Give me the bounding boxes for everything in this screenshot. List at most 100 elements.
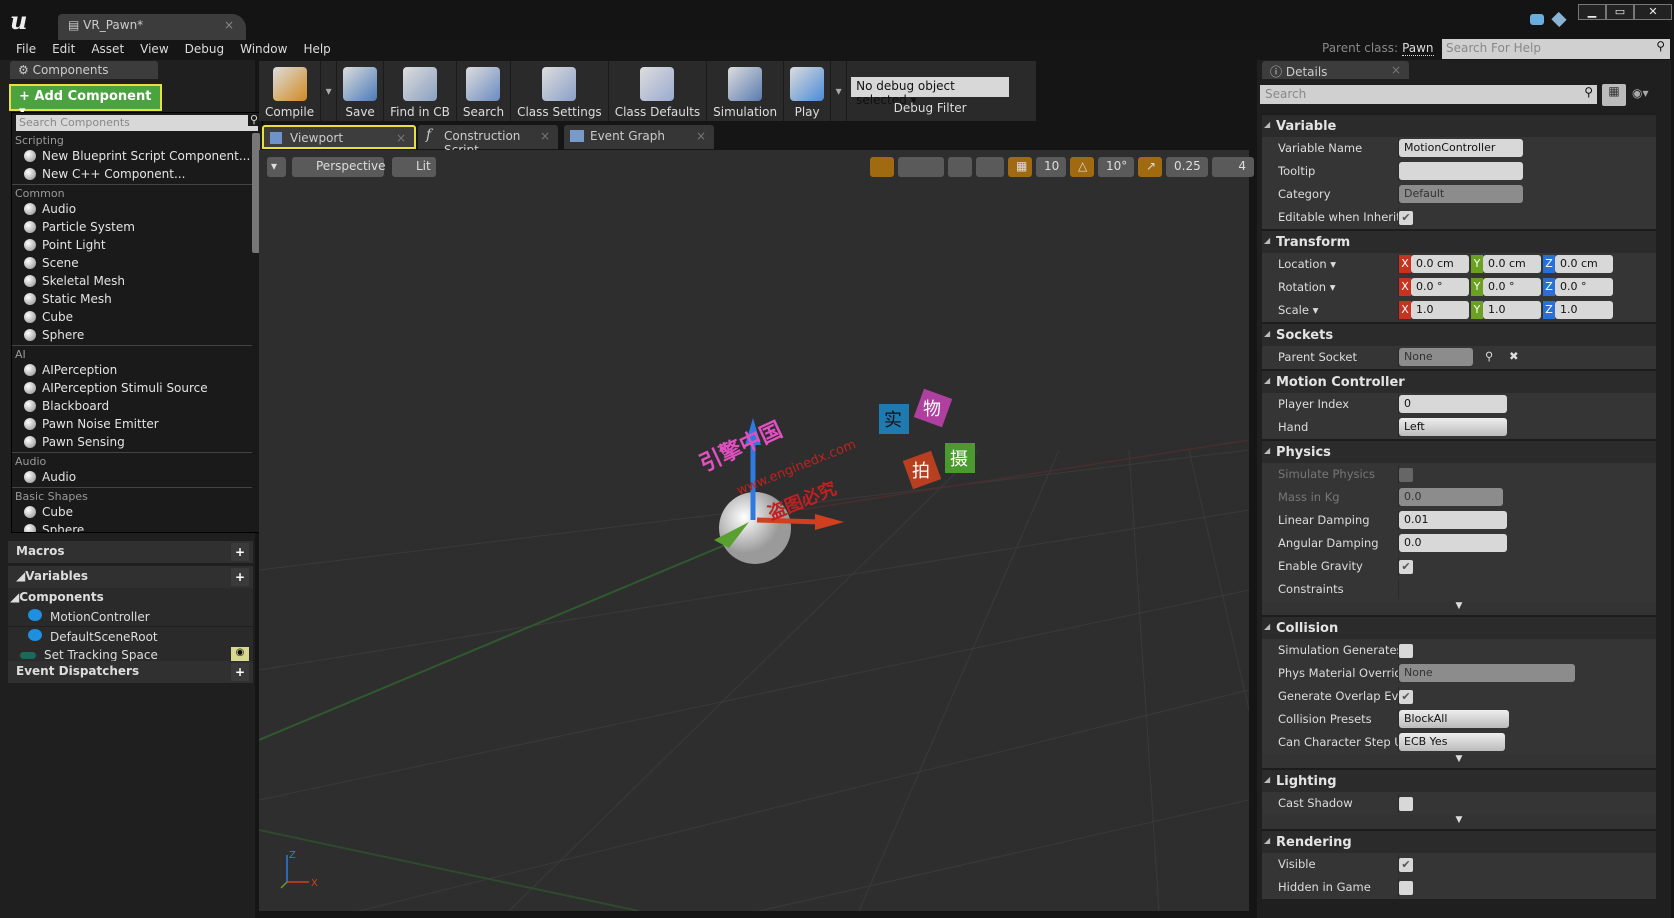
maximize-button[interactable]: ▭ (1606, 4, 1634, 20)
menu-debug[interactable]: Debug (177, 40, 232, 58)
options-dropdown-icon[interactable]: ▾ (321, 61, 338, 121)
scale-snap-icon[interactable]: ↗ (1138, 157, 1162, 177)
tab-viewport[interactable]: Viewport × (262, 125, 416, 149)
event-dispatchers-section[interactable]: Event Dispatchers + (8, 661, 253, 683)
editable-checkbox[interactable]: ✔ (1399, 211, 1413, 225)
variable-item[interactable]: DefaultSceneRoot (8, 627, 253, 646)
details-tab[interactable]: ⓘ Details × (1262, 61, 1409, 79)
rotation-x-input[interactable]: 0.0 ° (1411, 278, 1469, 296)
hidden-in-game-checkbox[interactable] (1399, 881, 1413, 895)
rotation-snap-icon[interactable]: △ (1070, 157, 1094, 177)
variables-section[interactable]: ◢Variables + (8, 566, 253, 588)
components-tab[interactable]: ⚙ Components (10, 61, 158, 79)
find-in-cb-button[interactable]: Find in CB (384, 61, 457, 121)
close-tab-icon[interactable]: × (1391, 63, 1401, 77)
play-button[interactable]: Play (784, 61, 832, 121)
simulation-button[interactable]: Simulation (707, 61, 785, 121)
asset-tab[interactable]: ▤ VR_Pawn* × (58, 14, 246, 40)
translate-mode-icon[interactable] (870, 157, 894, 177)
lit-button[interactable]: Lit (392, 157, 436, 177)
macros-section[interactable]: Macros + (8, 541, 253, 563)
add-macro-button[interactable]: + (231, 543, 249, 561)
angular-damping-input[interactable]: 0.0 (1399, 534, 1507, 552)
show-advanced-button[interactable]: ▼ (1262, 601, 1656, 615)
menu-view[interactable]: View (132, 40, 176, 58)
section-collision[interactable]: Collision (1262, 615, 1656, 639)
scale-z-input[interactable]: 1.0 (1555, 301, 1613, 319)
phys-material-select[interactable]: None (1399, 664, 1575, 682)
component-list-item[interactable]: AIPerception Stimuli Source (12, 379, 262, 397)
component-list-item[interactable]: Cube (12, 308, 262, 326)
rotation-snap-value[interactable]: 10° (1098, 157, 1134, 177)
tooltip-input[interactable] (1399, 162, 1523, 180)
minimize-button[interactable]: ▁ (1578, 4, 1606, 20)
details-search-input[interactable]: Search ⚲ (1260, 85, 1597, 104)
add-variable-button[interactable]: + (231, 568, 249, 586)
visible-checkbox[interactable]: ✔ (1399, 858, 1413, 872)
location-z-input[interactable]: 0.0 cm (1555, 255, 1613, 273)
hand-select[interactable]: Left (1399, 418, 1507, 436)
add-component-button[interactable]: + Add Component ▾ (9, 84, 162, 119)
component-list-item[interactable]: Static Mesh (12, 290, 262, 308)
search-button[interactable]: Search (457, 61, 512, 121)
visibility-eye-icon[interactable]: ◉▾ (1632, 86, 1649, 100)
section-motion_controller[interactable]: Motion Controller (1262, 369, 1656, 393)
scale-y-input[interactable]: 1.0 (1483, 301, 1541, 319)
surface-snap-icon[interactable] (976, 157, 1004, 177)
world-local-icon[interactable] (948, 157, 972, 177)
component-list-item[interactable]: Point Light (12, 236, 262, 254)
component-list-item[interactable]: Blackboard (12, 397, 262, 415)
grid-snap-icon[interactable]: ▦ (1008, 157, 1032, 177)
parent-class-link[interactable]: Pawn (1402, 41, 1434, 56)
rotation-y-input[interactable]: 0.0 ° (1483, 278, 1541, 296)
close-tab-icon[interactable]: × (696, 129, 706, 143)
viewport[interactable]: 引擎中国 www.enginedx.com 盗图必究 实 物 拍 摄 Z X (258, 150, 1250, 912)
scale-x-input[interactable]: 1.0 (1411, 301, 1469, 319)
perspective-button[interactable]: Perspective (292, 157, 386, 177)
enable-gravity-checkbox[interactable]: ✔ (1399, 560, 1413, 574)
menu-file[interactable]: File (8, 40, 44, 58)
player-index-input[interactable]: 0 (1399, 395, 1507, 413)
overlap-checkbox[interactable]: ✔ (1399, 690, 1413, 704)
variable-name-input[interactable]: MotionController (1399, 139, 1523, 157)
menu-window[interactable]: Window (232, 40, 295, 58)
menu-edit[interactable]: Edit (44, 40, 83, 58)
compile-button[interactable]: Compile (259, 61, 322, 121)
simulate-physics-checkbox[interactable] (1399, 468, 1413, 482)
component-list-item[interactable]: Particle System (12, 218, 262, 236)
search-components-input[interactable]: Search Components ⚲ (16, 113, 260, 131)
component-list-item[interactable]: Pawn Sensing (12, 433, 262, 451)
sim-hit-checkbox[interactable] (1399, 644, 1413, 658)
step-up-select[interactable]: ECB Yes (1399, 733, 1505, 751)
location-y-input[interactable]: 0.0 cm (1483, 255, 1541, 273)
tab-event-graph[interactable]: Event Graph × (564, 125, 714, 149)
section-physics[interactable]: Physics (1262, 439, 1656, 463)
property-matrix-button[interactable]: ▦ (1602, 84, 1626, 106)
component-list-item[interactable]: Sphere (12, 326, 262, 344)
menu-asset[interactable]: Asset (83, 40, 132, 58)
close-tab-icon[interactable]: × (224, 18, 234, 32)
location-x-input[interactable]: 0.0 cm (1411, 255, 1469, 273)
scale-snap-value[interactable]: 0.25 (1166, 157, 1208, 177)
chat-icon[interactable] (1530, 14, 1544, 25)
component-list-item[interactable]: Scene (12, 254, 262, 272)
debug-object-select[interactable]: No debug object selected ▾ (851, 77, 1010, 107)
viewport-options-button[interactable]: ▾ (267, 157, 286, 177)
menu-help[interactable]: Help (295, 40, 338, 58)
cast-shadow-checkbox[interactable] (1399, 797, 1413, 811)
component-list-item[interactable]: Pawn Noise Emitter (12, 415, 262, 433)
save-button[interactable]: Save (337, 61, 385, 121)
section-rendering[interactable]: Rendering (1262, 829, 1656, 853)
class-settings-button[interactable]: Class Settings (511, 61, 609, 121)
component-list-item[interactable]: New Blueprint Script Component... (12, 147, 262, 165)
linear-damping-input[interactable]: 0.01 (1399, 511, 1507, 529)
component-list-item[interactable]: New C++ Component... (12, 165, 262, 183)
tab-construction-script[interactable]: fConstruction Script× (418, 125, 558, 157)
section-sockets[interactable]: Sockets (1262, 322, 1656, 346)
component-list-item[interactable]: Sphere (12, 521, 262, 532)
rotation-z-input[interactable]: 0.0 ° (1555, 278, 1613, 296)
close-window-button[interactable]: ✕ (1634, 4, 1672, 20)
component-list-item[interactable]: Skeletal Mesh (12, 272, 262, 290)
mass-input[interactable]: 0.0 (1399, 488, 1503, 506)
component-list-item[interactable]: Audio (12, 200, 262, 218)
